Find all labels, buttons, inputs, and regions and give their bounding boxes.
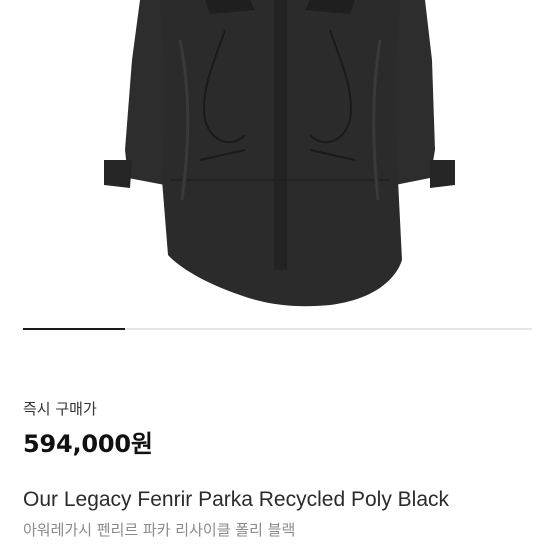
product-info: 즉시 구매가 594,000원 Our Legacy Fenrir Parka …	[0, 362, 555, 555]
product-image-gallery[interactable]	[0, 0, 555, 362]
price: 594,000원	[23, 430, 153, 458]
gallery-progress-track	[23, 328, 532, 330]
product-image[interactable]	[0, 0, 555, 322]
gallery-progress-fill	[23, 328, 125, 330]
product-title-en: Our Legacy Fenrir Parka Recycled Poly Bl…	[23, 488, 449, 511]
price-label: 즉시 구매가	[23, 400, 97, 418]
product-title-ko: 아워레가시 펜리르 파카 리사이클 폴리 블랙	[23, 521, 296, 539]
